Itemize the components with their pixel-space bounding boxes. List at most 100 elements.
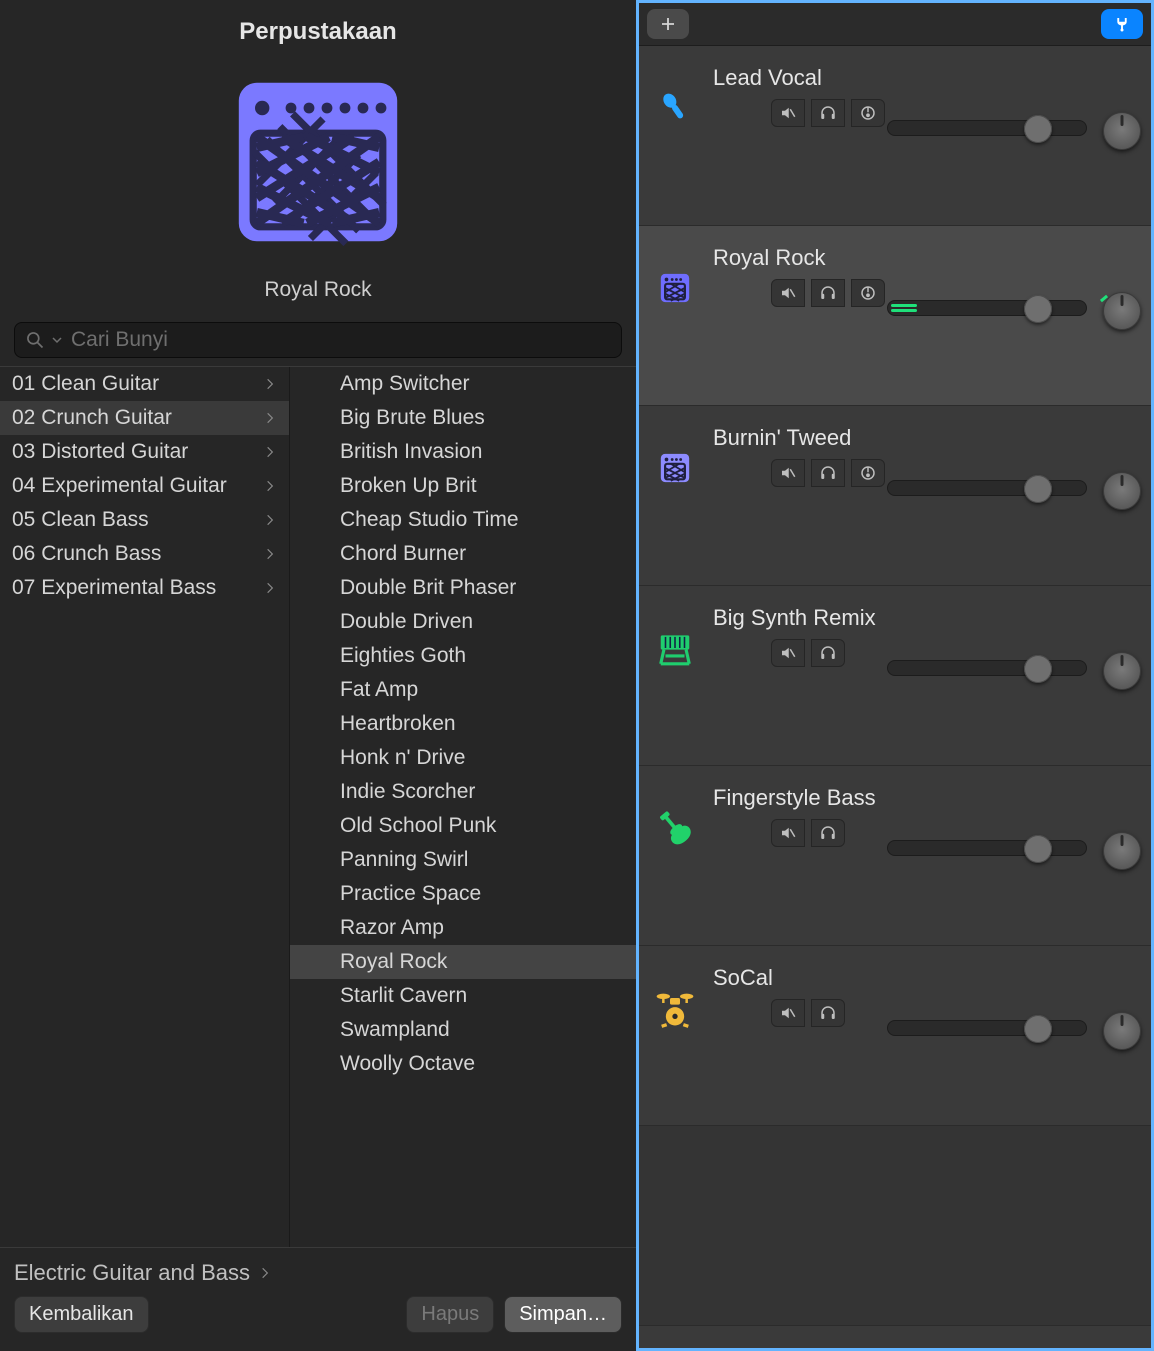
amp-preview-icon [228, 72, 408, 252]
mute-button[interactable] [771, 279, 805, 307]
solo-headphones-button[interactable] [811, 279, 845, 307]
drums-track-icon [655, 988, 695, 1028]
track-controls [771, 819, 876, 847]
input-monitor-button[interactable] [851, 279, 885, 307]
track-name: Lead Vocal [713, 65, 885, 91]
category-item[interactable]: 02 Crunch Guitar [0, 401, 289, 435]
track-name: Big Synth Remix [713, 605, 876, 631]
plus-icon [659, 15, 677, 33]
tracks-panel: Lead Vocal Royal Rock [636, 0, 1154, 1351]
pan-knob[interactable] [1103, 472, 1141, 510]
mic-track-icon [655, 88, 695, 128]
preset-item[interactable]: Double Driven [290, 605, 636, 639]
empty-track-area [639, 1126, 1151, 1326]
preset-item[interactable]: Royal Rock [290, 945, 636, 979]
volume-slider[interactable] [887, 1020, 1087, 1036]
track-row[interactable]: Big Synth Remix [639, 586, 1151, 766]
mute-button[interactable] [771, 459, 805, 487]
merge-tracks-icon [1113, 15, 1131, 33]
category-item[interactable]: 06 Crunch Bass [0, 537, 289, 571]
mute-button[interactable] [771, 999, 805, 1027]
add-track-button[interactable] [647, 9, 689, 39]
bass-track-icon [655, 808, 695, 848]
save-button[interactable]: Simpan… [504, 1296, 622, 1333]
preset-item[interactable]: Starlit Cavern [290, 979, 636, 1013]
preset-item[interactable]: Razor Amp [290, 911, 636, 945]
track-row[interactable]: Burnin' Tweed [639, 406, 1151, 586]
chevron-right-icon [263, 445, 277, 459]
pan-knob[interactable] [1103, 292, 1141, 330]
chevron-right-icon [263, 547, 277, 561]
mute-button[interactable] [771, 99, 805, 127]
tracks-header [639, 3, 1151, 46]
track-row[interactable]: Fingerstyle Bass [639, 766, 1151, 946]
preset-item[interactable]: Broken Up Brit [290, 469, 636, 503]
solo-headphones-button[interactable] [811, 639, 845, 667]
volume-slider[interactable] [887, 480, 1087, 496]
preset-item[interactable]: Indie Scorcher [290, 775, 636, 809]
preset-item[interactable]: Cheap Studio Time [290, 503, 636, 537]
breadcrumb-item[interactable]: Electric Guitar and Bass [14, 1260, 250, 1286]
search-field[interactable] [69, 327, 611, 353]
category-item[interactable]: 03 Distorted Guitar [0, 435, 289, 469]
preset-item[interactable]: British Invasion [290, 435, 636, 469]
track-header-toggle-button[interactable] [1101, 9, 1143, 39]
solo-headphones-button[interactable] [811, 999, 845, 1027]
preset-item[interactable]: Old School Punk [290, 809, 636, 843]
chevron-down-icon [51, 330, 63, 350]
preset-preview: Royal Rock [0, 72, 636, 302]
preset-item[interactable]: Panning Swirl [290, 843, 636, 877]
preset-item[interactable]: Amp Switcher [290, 367, 636, 401]
category-item[interactable]: 05 Clean Bass [0, 503, 289, 537]
mute-button[interactable] [771, 819, 805, 847]
preset-item[interactable]: Chord Burner [290, 537, 636, 571]
pan-knob[interactable] [1103, 832, 1141, 870]
volume-slider[interactable] [887, 660, 1087, 676]
category-item[interactable]: 01 Clean Guitar [0, 367, 289, 401]
preset-item[interactable]: Double Brit Phaser [290, 571, 636, 605]
library-panel: Perpustakaan Royal Rock 0 [0, 0, 636, 1351]
solo-headphones-button[interactable] [811, 99, 845, 127]
track-row[interactable]: Lead Vocal [639, 46, 1151, 226]
input-monitor-button[interactable] [851, 99, 885, 127]
preset-item[interactable]: Eighties Goth [290, 639, 636, 673]
category-item[interactable]: 07 Experimental Bass [0, 571, 289, 605]
solo-headphones-button[interactable] [811, 819, 845, 847]
category-item[interactable]: 04 Experimental Guitar [0, 469, 289, 503]
track-row[interactable]: Royal Rock [639, 226, 1151, 406]
solo-headphones-button[interactable] [811, 459, 845, 487]
chevron-right-icon [263, 581, 277, 595]
track-controls [771, 639, 876, 667]
preset-item[interactable]: Woolly Octave [290, 1047, 636, 1081]
track-list: Lead Vocal Royal Rock [639, 46, 1151, 1348]
preset-item[interactable]: Big Brute Blues [290, 401, 636, 435]
breadcrumb[interactable]: Electric Guitar and Bass [0, 1247, 636, 1296]
preset-item[interactable]: Fat Amp [290, 673, 636, 707]
search-input[interactable] [14, 322, 622, 358]
revert-button[interactable]: Kembalikan [14, 1296, 149, 1333]
pan-knob[interactable] [1103, 112, 1141, 150]
track-name: Burnin' Tweed [713, 425, 885, 451]
volume-slider[interactable] [887, 300, 1087, 316]
track-name: Fingerstyle Bass [713, 785, 876, 811]
track-controls [771, 999, 845, 1027]
pan-knob[interactable] [1103, 1012, 1141, 1050]
preset-list: Amp SwitcherBig Brute BluesBritish Invas… [290, 367, 636, 1247]
input-monitor-button[interactable] [851, 459, 885, 487]
volume-slider[interactable] [887, 840, 1087, 856]
chevron-right-icon [258, 1266, 272, 1280]
volume-slider[interactable] [887, 120, 1087, 136]
preset-item[interactable]: Honk n' Drive [290, 741, 636, 775]
track-name: SoCal [713, 965, 845, 991]
preset-item[interactable]: Heartbroken [290, 707, 636, 741]
preset-item[interactable]: Practice Space [290, 877, 636, 911]
track-row[interactable]: SoCal [639, 946, 1151, 1126]
mute-button[interactable] [771, 639, 805, 667]
preset-item[interactable]: Swampland [290, 1013, 636, 1047]
chevron-right-icon [263, 479, 277, 493]
pan-knob[interactable] [1103, 652, 1141, 690]
synth-track-icon [655, 628, 695, 668]
track-controls [771, 279, 885, 307]
track-controls [771, 459, 885, 487]
delete-button[interactable]: Hapus [406, 1296, 494, 1333]
